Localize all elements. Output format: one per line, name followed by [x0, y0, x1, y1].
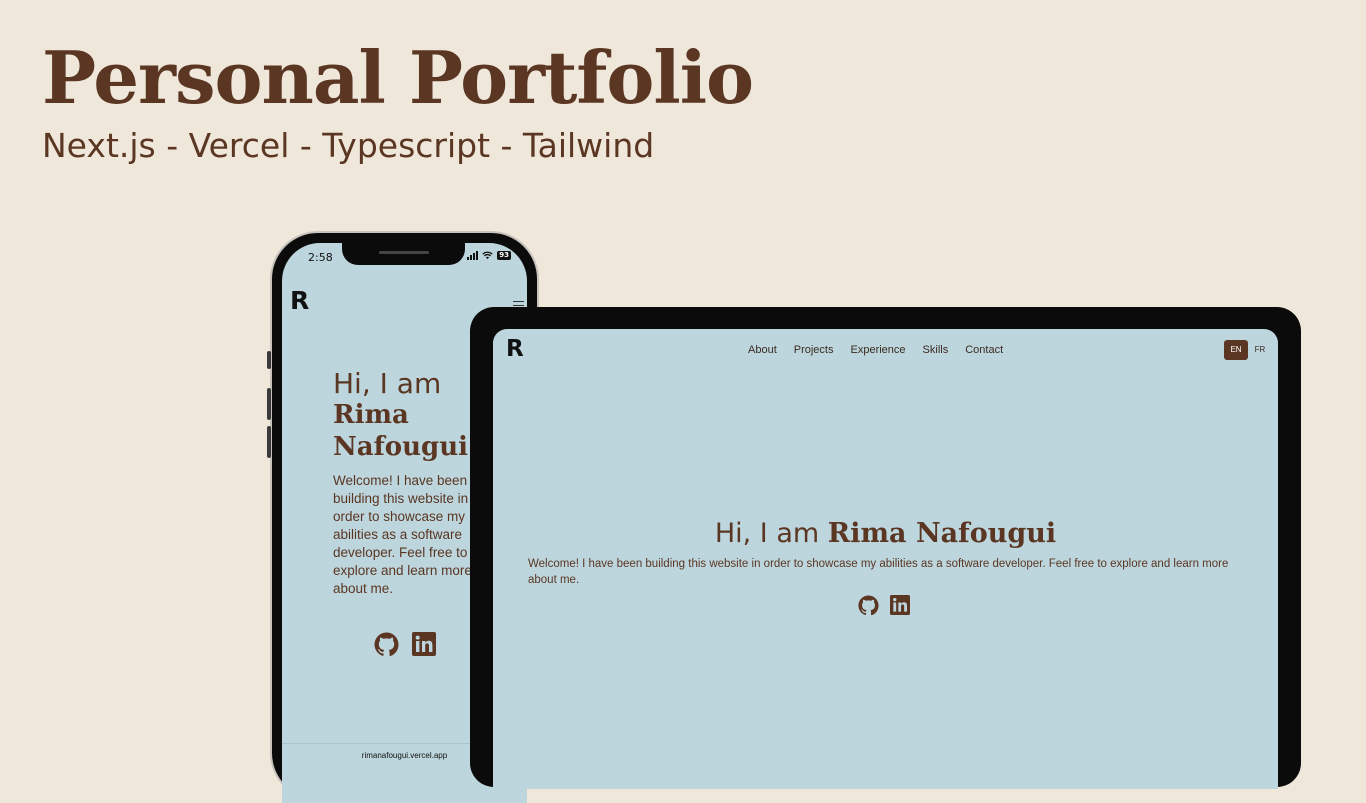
- tablet-mockup: R About Projects Experience Skills Conta…: [470, 307, 1301, 789]
- status-time: 2:58: [308, 251, 333, 264]
- tech-stack-subtitle: Next.js - Vercel - Typescript - Tailwind: [42, 126, 655, 165]
- hero-greeting: Hi, I am: [333, 367, 442, 400]
- phone-side-button: [267, 426, 271, 458]
- nav-item-skills[interactable]: Skills: [923, 343, 949, 357]
- nav-item-contact[interactable]: Contact: [965, 343, 1003, 357]
- nav-item-about[interactable]: About: [748, 343, 777, 357]
- social-links: [374, 632, 436, 657]
- status-icons: 93: [467, 251, 511, 260]
- language-switcher: EN FR: [1224, 340, 1272, 360]
- lang-en-button[interactable]: EN: [1224, 340, 1248, 360]
- hero-heading: Hi, I am Rima Nafougui: [493, 516, 1278, 552]
- site-logo[interactable]: R: [506, 334, 524, 364]
- site-logo[interactable]: R: [290, 287, 309, 315]
- phone-notch: [342, 243, 465, 265]
- phone-side-button: [267, 388, 271, 420]
- signal-icon: [467, 251, 479, 260]
- wifi-icon: [482, 251, 493, 260]
- battery-icon: 93: [497, 251, 511, 260]
- linkedin-icon[interactable]: [412, 632, 436, 656]
- linkedin-icon[interactable]: [890, 595, 910, 615]
- nav-item-projects[interactable]: Projects: [794, 343, 834, 357]
- phone-side-button: [267, 351, 271, 369]
- lang-fr-button[interactable]: FR: [1248, 340, 1272, 360]
- speaker: [379, 251, 429, 254]
- hero-name: Rima Nafougui: [827, 518, 1057, 549]
- page-title: Personal Portfolio: [42, 35, 754, 120]
- hero-greeting: Hi, I am: [714, 518, 820, 549]
- tablet-screen: R About Projects Experience Skills Conta…: [493, 329, 1278, 789]
- main-nav: About Projects Experience Skills Contact: [748, 343, 1003, 357]
- github-icon[interactable]: [374, 632, 399, 657]
- github-icon[interactable]: [858, 595, 879, 616]
- social-links: [858, 595, 910, 616]
- hero-description: Welcome! I have been building this websi…: [528, 558, 1229, 586]
- nav-item-experience[interactable]: Experience: [851, 343, 906, 357]
- hero-description: Welcome! I have been building this websi…: [333, 473, 472, 596]
